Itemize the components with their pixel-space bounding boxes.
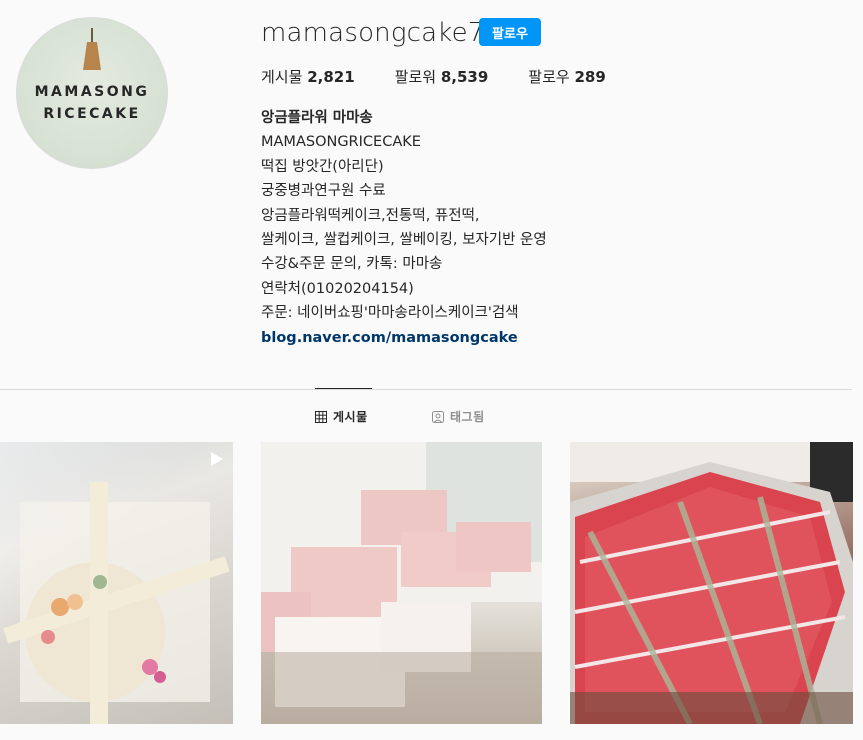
profile-avatar[interactable]: MAMASONG RICECAKE — [16, 17, 168, 169]
grid-icon — [315, 410, 327, 423]
posts-count-label: 게시물 — [261, 68, 303, 86]
bio-line: 수강&주문 문의, 카톡: 마마송 — [261, 256, 443, 273]
bio-line: 앙금플라워떡케이크,전통떡, 퓨전떡, — [261, 207, 480, 224]
post-image-pink-boxes — [261, 442, 542, 724]
posts-count-value: 2,821 — [307, 68, 355, 86]
profile-username: mamasongcake7 — [261, 18, 485, 48]
post-image-rice-cake-trays — [570, 442, 853, 724]
posts-count: 게시물 2,821 — [261, 66, 355, 87]
profile-bio: 앙금플라워 마마송 MAMASONGRICECAKE 떡집 방앗간(아리단) 궁… — [261, 106, 547, 350]
bio-line: 떡집 방앗간(아리단) — [261, 158, 384, 175]
tab-tagged[interactable]: 태그됨 — [432, 408, 485, 425]
bio-line: 주문: 네이버쇼핑'마마송라이스케이크'검색 — [261, 305, 519, 322]
tab-posts[interactable]: 게시물 — [315, 408, 368, 425]
following-count[interactable]: 팔로우 289 — [528, 66, 606, 87]
bio-line: MAMASONGRICECAKE — [261, 134, 421, 151]
followers-count-value: 8,539 — [440, 68, 489, 86]
bio-line: 쌀케이크, 쌀컵케이크, 쌀베이킹, 보자기반 운영 — [261, 232, 547, 249]
profile-stats: 게시물 2,821 팔로워 8,539 팔로우 289 — [261, 66, 646, 87]
followers-count-label: 팔로워 — [394, 68, 437, 86]
avatar-logo-line2: RICECAKE — [43, 106, 141, 122]
follow-button[interactable]: 팔로우 — [479, 18, 541, 46]
post-thumbnail[interactable] — [570, 442, 853, 724]
avatar-logo-line1: MAMASONG — [34, 84, 150, 100]
profile-display-name: 앙금플라워 마마송 — [261, 110, 373, 126]
tabs-divider — [0, 389, 852, 390]
video-play-icon — [207, 450, 225, 472]
post-thumbnail[interactable] — [0, 442, 233, 724]
following-count-value: 289 — [574, 68, 606, 86]
followers-count[interactable]: 팔로워 8,539 — [395, 66, 489, 87]
post-image-gift-box — [3, 482, 230, 724]
post-thumbnail[interactable] — [261, 442, 542, 724]
tag-user-icon — [432, 410, 444, 423]
profile-website-link[interactable]: blog.naver.com/mamasongcake — [261, 330, 518, 346]
tab-posts-label: 게시물 — [333, 410, 368, 424]
bio-line: 궁중병과연구원 수료 — [261, 183, 386, 200]
lamp-icon — [83, 42, 101, 70]
bio-line: 연락처(01020204154) — [261, 280, 414, 297]
following-count-label: 팔로우 — [528, 68, 570, 86]
tab-tagged-label: 태그됨 — [450, 410, 485, 424]
active-tab-indicator — [315, 388, 372, 389]
